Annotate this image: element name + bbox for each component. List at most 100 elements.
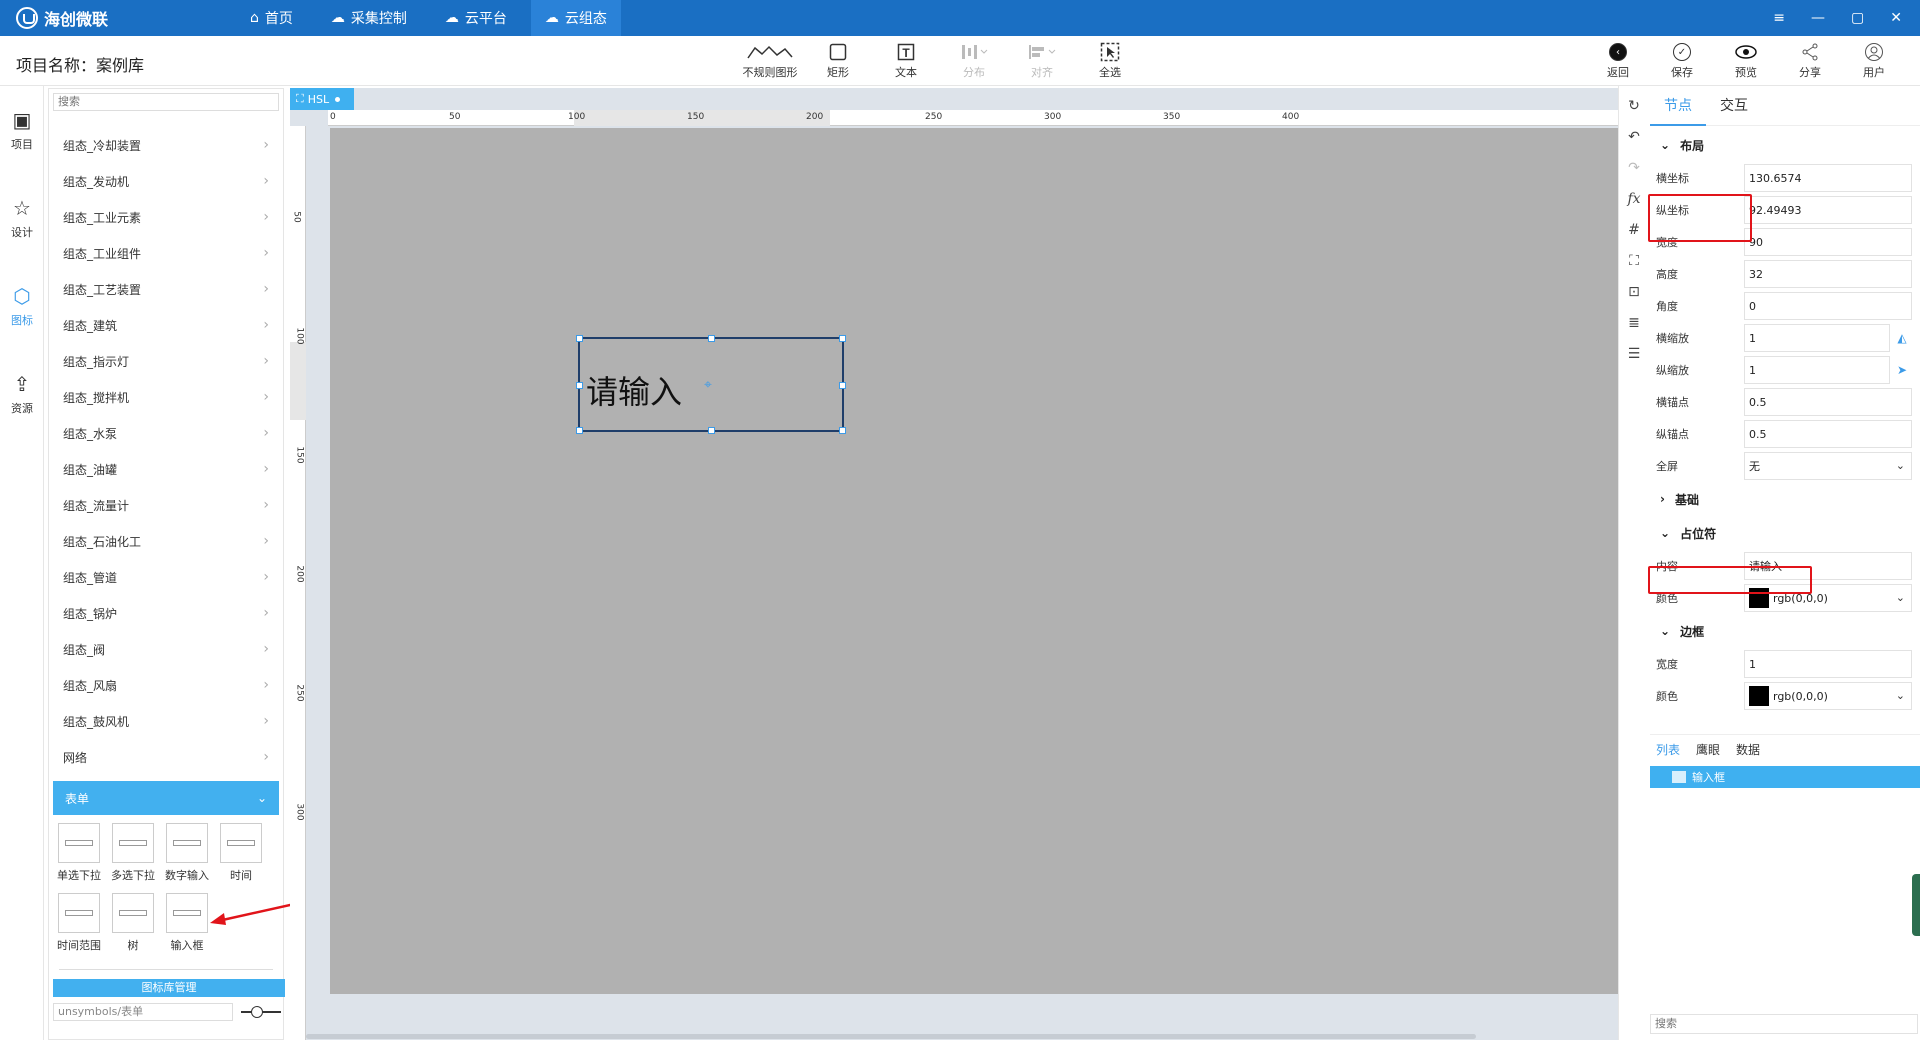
flip-vertical-icon[interactable]: ➤ [1890,363,1914,377]
section-layout[interactable]: ⌄ 布局 [1650,128,1920,162]
layout-field-input[interactable]: 92.49493 [1744,196,1912,224]
selected-input-node[interactable]: 请输入 ⌖ [576,335,846,434]
tool-rectangle[interactable]: 矩形 [804,40,872,84]
resize-handle-s[interactable] [708,427,715,434]
tool-align[interactable]: 对齐 [1008,40,1076,84]
actual-size-icon[interactable]: ⊡ [1619,276,1649,307]
rail-item-design[interactable]: ☆ 设计 [0,174,44,262]
library-category-item[interactable]: 网络 › [53,739,279,775]
rail-item-project[interactable]: ▣ 项目 [0,86,44,174]
section-border[interactable]: ⌄ 边框 [1650,614,1920,648]
resize-handle-w[interactable] [576,382,583,389]
side-drawer-handle[interactable] [1912,874,1920,936]
layout-field-input[interactable]: 无 ⌄ [1744,452,1912,480]
layout-field-input[interactable]: 0.5 [1744,420,1912,448]
border-color-select[interactable]: rgb(0,0,0) ⌄ [1744,682,1912,710]
resize-handle-nw[interactable] [576,335,583,342]
form-component-tile[interactable]: 输入框 [165,893,209,953]
rail-item-icons[interactable]: ⬡ 图标 [0,262,44,350]
library-category-item[interactable]: 组态_工业组件 › [53,235,279,271]
form-component-tile[interactable]: 数字输入 [165,823,209,883]
library-category-item[interactable]: 组态_流量计 › [53,487,279,523]
icon-library-manage-button[interactable]: 图标库管理 [53,979,285,997]
form-component-tile[interactable]: 树 [111,893,155,953]
tab-eagle-eye[interactable]: 鹰眼 [1690,735,1726,765]
resize-handle-e[interactable] [839,382,846,389]
tool-distribute[interactable]: 分布 [940,40,1008,84]
library-category-item[interactable]: 组态_搅拌机 › [53,379,279,415]
save-button[interactable]: ✓ 保存 [1650,40,1714,84]
tool-text[interactable]: T 文本 [872,40,940,84]
form-component-tile[interactable]: 时间 [219,823,263,883]
section-placeholder[interactable]: ⌄ 占位符 [1650,516,1920,550]
resize-handle-n[interactable] [708,335,715,342]
menu-icon[interactable]: ≡ [1773,10,1785,26]
resize-handle-sw[interactable] [576,427,583,434]
app-logo[interactable]: 海创微联 [16,7,108,29]
share-button[interactable]: 分享 [1778,40,1842,84]
grid-icon[interactable]: # [1619,214,1649,245]
tab-data[interactable]: 数据 [1730,735,1766,765]
nav-home[interactable]: ⌂ 首页 [236,0,307,36]
section-basic[interactable]: › 基础 [1650,482,1920,516]
library-category-item[interactable]: 组态_工艺装置 › [53,271,279,307]
library-zoom-slider[interactable] [241,1006,281,1018]
back-button[interactable]: ‹ 返回 [1586,40,1650,84]
library-path-field[interactable]: unsymbols/表单 [53,1003,233,1021]
layout-field-input[interactable]: 130.6574 [1744,164,1912,192]
nav-cloud-config[interactable]: ☁ 云组态 [530,0,621,36]
form-component-tile[interactable]: 时间范围 [57,893,101,953]
canvas-stage[interactable] [330,128,1618,994]
library-category-item[interactable]: 组态_建筑 › [53,307,279,343]
redo-icon[interactable]: ↷ [1619,152,1649,183]
layout-field-input[interactable]: 0.5 [1744,388,1912,416]
library-search-input[interactable] [53,93,279,111]
flip-horizontal-icon[interactable]: ◭ [1890,331,1914,345]
undo-icon[interactable]: ↶ [1619,121,1649,152]
preview-button[interactable]: 预览 [1714,40,1778,84]
maximize-icon[interactable]: ▢ [1851,10,1864,26]
align-lines-icon[interactable]: ≣ [1619,307,1649,338]
refresh-icon[interactable]: ↻ [1619,90,1649,121]
library-category-item[interactable]: 组态_管道 › [53,559,279,595]
fit-screen-icon[interactable]: ⛶ [1619,245,1649,276]
horizontal-scrollbar[interactable] [306,1032,1618,1040]
tab-node[interactable]: 节点 [1650,86,1706,126]
form-component-tile[interactable]: 单选下拉 [57,823,101,883]
library-category-item[interactable]: 组态_冷却装置 › [53,127,279,163]
function-icon[interactable]: fx [1619,183,1649,214]
library-category-item[interactable]: 组态_油罐 › [53,451,279,487]
tool-select-all[interactable]: 全选 [1076,40,1144,84]
layout-field-input[interactable]: 32 [1744,260,1912,288]
library-category-item[interactable]: 组态_锅炉 › [53,595,279,631]
layout-field-input[interactable]: 1 [1744,356,1890,384]
resize-handle-ne[interactable] [839,335,846,342]
library-category-item[interactable]: 组态_发动机 › [53,163,279,199]
user-button[interactable]: 用户 [1842,40,1906,84]
layout-field-input[interactable]: 0 [1744,292,1912,320]
layer-search-input[interactable] [1650,1014,1918,1034]
close-icon[interactable]: ✕ [1890,10,1902,26]
library-category-item[interactable]: 组态_阀 › [53,631,279,667]
tool-irregular-shape[interactable]: 不规则图形 [736,40,804,84]
scrollbar-thumb[interactable] [306,1034,1476,1039]
rail-item-resources[interactable]: ⇪ 资源 [0,350,44,438]
library-category-form-expanded[interactable]: 表单 ⌄ [53,781,279,815]
anchor-crosshair-icon[interactable]: ⌖ [704,377,712,393]
library-category-item[interactable]: 组态_指示灯 › [53,343,279,379]
canvas-tab-hsl[interactable]: ⛶ HSL [290,88,354,110]
library-category-item[interactable]: 组态_工业元素 › [53,199,279,235]
nav-collect-control[interactable]: ☁ 采集控制 [317,0,421,36]
minimize-icon[interactable]: — [1811,10,1825,26]
border-width-input[interactable]: 1 [1744,650,1912,678]
layout-field-input[interactable]: 90 [1744,228,1912,256]
layer-tree-item[interactable]: 输入框 [1650,766,1920,788]
tab-interaction[interactable]: 交互 [1706,86,1762,126]
layout-field-input[interactable]: 1 [1744,324,1890,352]
tab-list[interactable]: 列表 [1650,735,1686,765]
library-category-item[interactable]: 组态_水泵 › [53,415,279,451]
slider-knob[interactable] [251,1006,263,1018]
resize-handle-se[interactable] [839,427,846,434]
form-component-tile[interactable]: 多选下拉 [111,823,155,883]
library-category-item[interactable]: 组态_风扇 › [53,667,279,703]
